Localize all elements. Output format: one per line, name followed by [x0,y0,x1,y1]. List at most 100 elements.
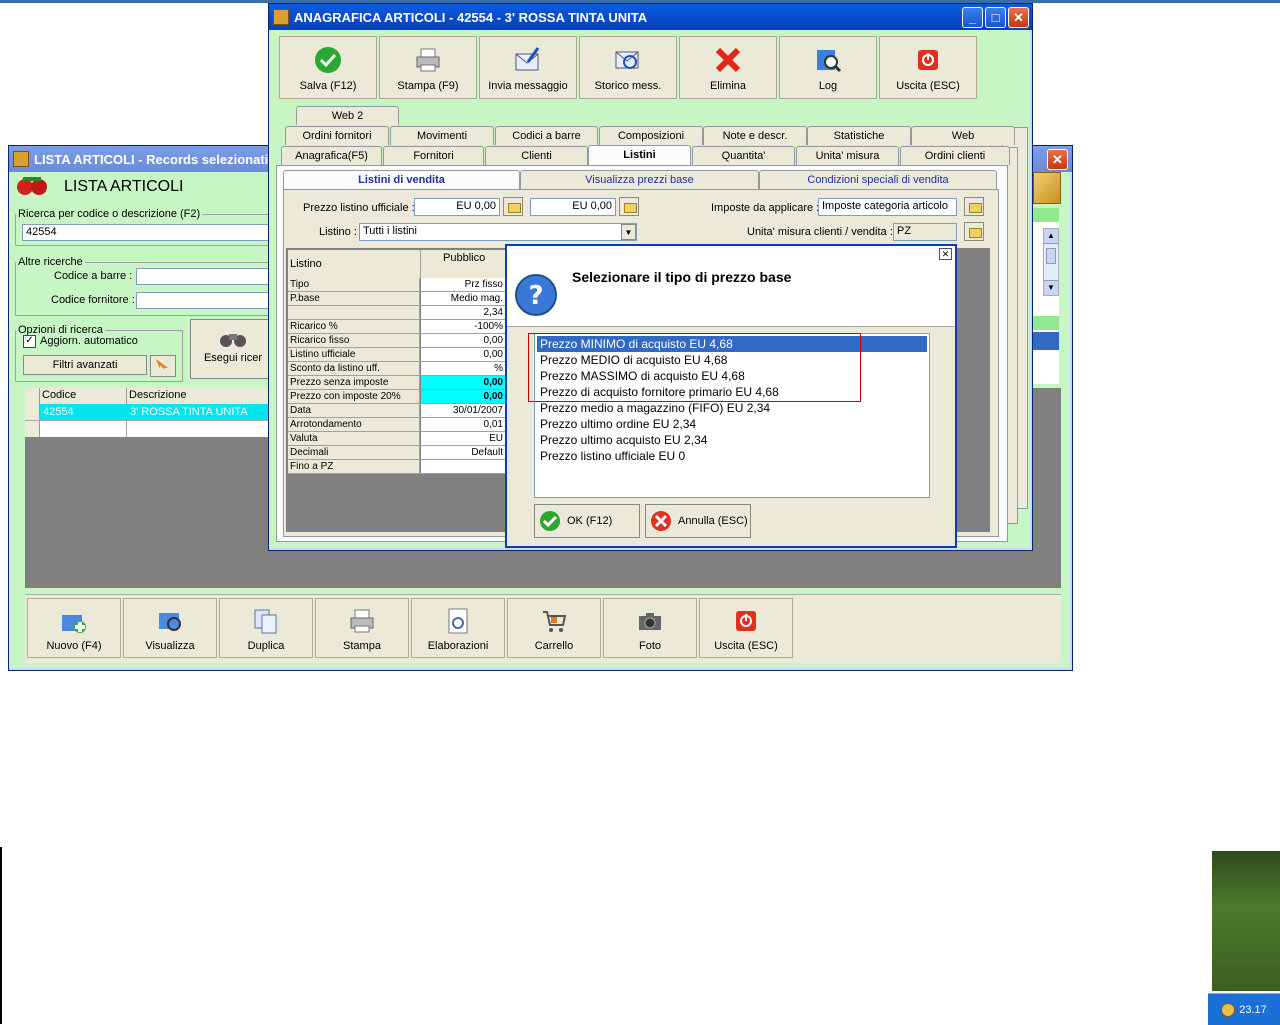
uscita-esc-button[interactable]: Uscita (ESC) [879,36,977,99]
filtri-arrow-button[interactable] [150,355,176,377]
subtab-visualizza-prezzi[interactable]: Visualizza prezzi base [520,170,759,189]
unita-folder[interactable] [964,222,984,241]
log-button[interactable]: Log [779,36,877,99]
esegui-ricerca-button[interactable]: Esegui ricer [190,319,276,379]
prezzo-folder-2[interactable] [619,197,639,216]
tab-anagrafica[interactable]: Anagrafica(F5) [281,146,382,165]
foto-button[interactable]: Foto [603,598,697,658]
grid-row[interactable]: Valuta EU [288,432,513,446]
grid-row[interactable]: Tipo Prz fisso [288,278,513,292]
nuovo-button[interactable]: Nuovo (F4) [27,598,121,658]
tab-statistiche[interactable]: Statistiche [807,126,911,145]
lista-close-button[interactable]: ✕ [1047,149,1068,170]
carrello-button[interactable]: Carrello [507,598,601,658]
tab-clienti[interactable]: Clienti [485,146,588,165]
tab-unita-misura[interactable]: Unita' misura [796,146,899,165]
network-icon[interactable] [1221,1002,1236,1017]
scroll-thumb[interactable] [1046,248,1056,264]
scroll-up-icon[interactable]: ▲ [1044,229,1058,244]
visualizza-button[interactable]: Visualizza [123,598,217,658]
list-item[interactable]: Prezzo ultimo acquisto EU 2,34 [537,432,927,448]
tab-ordini-fornitori[interactable]: Ordini fornitori [285,126,389,145]
col-descrizione[interactable]: Descrizione [129,389,186,401]
grid-row[interactable]: Data 30/01/2007 [288,404,513,418]
grid-row-value: 2,34 [421,306,505,319]
ok-button[interactable]: OK (F12) [534,504,640,538]
minimize-button[interactable]: _ [962,7,983,28]
tab-ordini-clienti[interactable]: Ordini clienti [900,146,1010,165]
grid-row[interactable]: Fino a PZ [288,460,513,474]
list-item[interactable]: Prezzo medio a magazzino (FIFO) EU 2,34 [537,400,927,416]
grid-row[interactable]: Sconto da listino uff.% [288,362,513,376]
system-tray[interactable]: 23.17 [1208,993,1280,1025]
row-selector[interactable] [25,421,40,437]
tab-movimenti[interactable]: Movimenti [390,126,494,145]
filtri-avanzati-button[interactable]: Filtri avanzati [23,355,147,375]
tab-web[interactable]: Web [911,126,1015,145]
grid-row[interactable]: Decimali Default [288,446,513,460]
prezzo-input-1[interactable]: EU 0,00 [414,198,500,216]
duplica-button[interactable]: Duplica [219,598,313,658]
app-icon [13,151,29,167]
listino-dropdown-icon[interactable]: ▼ [621,224,636,240]
prezzo-folder-1[interactable] [503,197,523,216]
codice-fornitore-input[interactable] [136,292,275,309]
listino-select[interactable]: Tutti i listini [359,223,637,241]
grid-row-value: Default [421,446,505,459]
ok-label: OK (F12) [567,515,613,527]
codice-barre-input[interactable] [136,268,275,285]
side-list-selection[interactable] [1033,332,1059,350]
row-selector[interactable] [25,404,40,420]
stampa-f9-button[interactable]: Stampa (F9) [379,36,477,99]
col-codice[interactable]: Codice [42,389,76,401]
grid-row[interactable]: Listino ufficiale 0,00 [288,348,513,362]
imposte-folder[interactable] [964,197,984,216]
subtab-listini-vendita[interactable]: Listini di vendita [283,170,520,189]
grid-row[interactable]: P.base Medio mag. [288,292,513,306]
maximize-button[interactable]: □ [985,7,1006,28]
carrello-label: Carrello [534,640,574,652]
grid-row-label: P.base [288,292,420,305]
list-item[interactable]: Prezzo ultimo ordine EU 2,34 [537,416,927,432]
grid-row[interactable]: Ricarico % -100% [288,320,513,334]
search-input[interactable]: 42554 [22,224,275,241]
desktop-wallpaper [1212,851,1280,991]
storico-mess-button[interactable]: Storico mess. [579,36,677,99]
annulla-button[interactable]: Annulla (ESC) [645,504,751,538]
list-item[interactable]: Prezzo listino ufficiale EU 0 [537,448,927,464]
invia-messaggio-label: Invia messaggio [488,80,568,92]
anagrafica-titlebar[interactable]: ANAGRAFICA ARTICOLI - 42554 - 3' ROSSA T… [269,4,1032,30]
elaborazioni-button[interactable]: Elaborazioni [411,598,505,658]
elimina-button[interactable]: Elimina [679,36,777,99]
grid-row[interactable]: Ricarico fisso 0,00 [288,334,513,348]
aggiorn-checkbox[interactable]: ✓ [23,335,36,348]
tab-codici-a-barre[interactable]: Codici a barre [495,126,598,145]
tab-composizioni[interactable]: Composizioni [599,126,703,145]
table-row[interactable]: 42554 3' ROSSA TINTA UNITA [25,404,269,420]
vertical-scrollbar[interactable]: ▲ ▼ [1043,228,1059,296]
scroll-down-icon[interactable]: ▼ [1044,280,1058,295]
imposte-input[interactable]: Imposte categoria articolo [818,198,957,216]
anagrafica-close-button[interactable]: ✕ [1008,7,1029,28]
tab-quantita[interactable]: Quantita' [692,146,795,165]
tab-listini[interactable]: Listini [588,145,691,166]
prezzo-input-2[interactable]: EU 0,00 [530,198,616,216]
grid-row[interactable]: Prezzo senza imposte 0,00 [288,376,513,390]
tab-fornitori[interactable]: Fornitori [383,146,484,165]
invia-messaggio-button[interactable]: Invia messaggio [479,36,577,99]
stampa-button[interactable]: Stampa [315,598,409,658]
uscita-button[interactable]: Uscita (ESC) [699,598,793,658]
subtab-condizioni[interactable]: Condizioni speciali di vendita [759,170,997,189]
dialog-close-button[interactable]: ✕ [939,248,952,260]
grid-row[interactable]: 2,34 [288,306,513,320]
unita-input[interactable]: PZ [893,223,957,241]
table-row-empty[interactable] [25,420,269,437]
salva-button[interactable]: Salva (F12) [279,36,377,99]
grid-row[interactable]: Prezzo con imposte 20% 0,00 [288,390,513,404]
prezzo-label: Prezzo listino ufficiale : [303,202,415,214]
tab-web-2[interactable]: Web 2 [296,106,399,125]
tab-note-descr[interactable]: Note e descr. [703,126,807,145]
codice-barre-label: Codice a barre : [54,270,133,282]
grid-row[interactable]: Arrotondamento 0,01 [288,418,513,432]
grid-row-label: Decimali [288,446,420,459]
